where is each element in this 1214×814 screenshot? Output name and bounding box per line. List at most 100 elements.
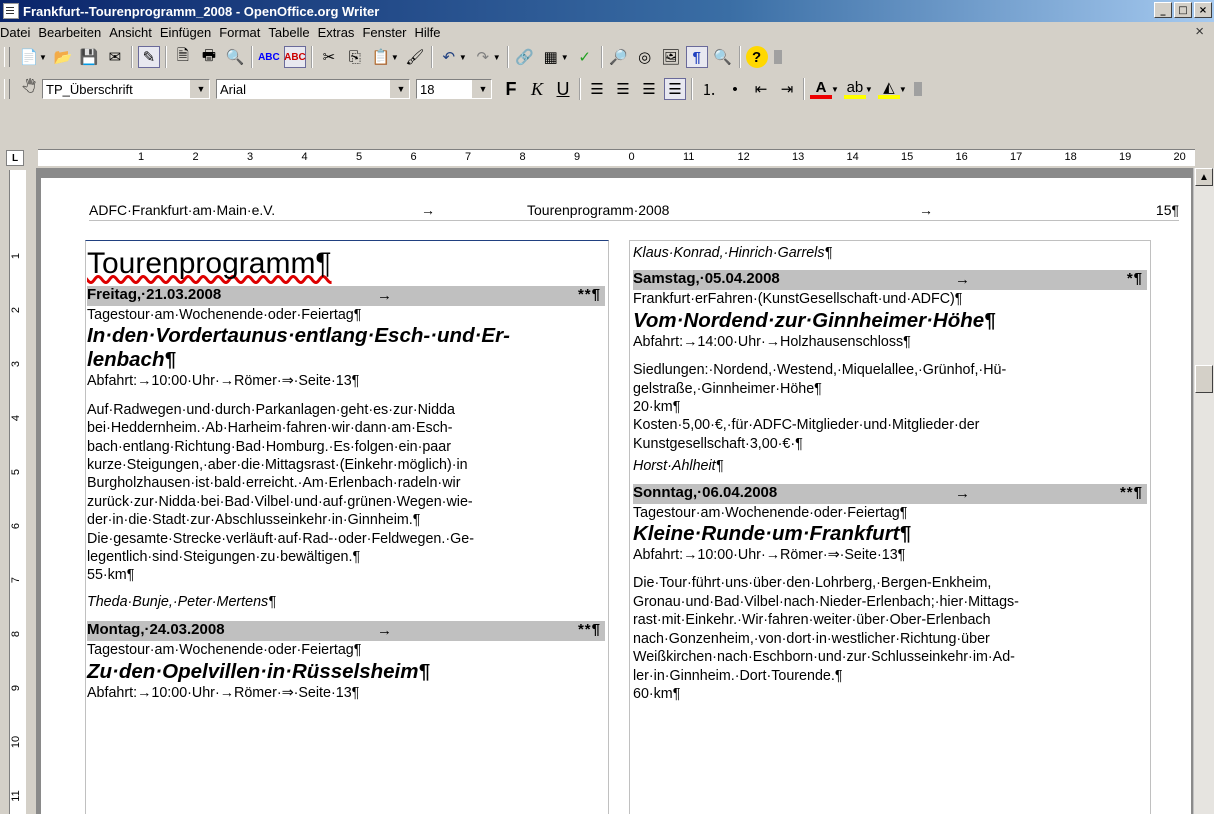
menu-format[interactable]: Format (215, 25, 264, 40)
table-icon[interactable]: ▦ (540, 46, 562, 68)
font-size-select[interactable]: 18 ▼ (416, 79, 492, 99)
paste-icon[interactable]: 📋 (370, 46, 392, 68)
italic-button[interactable]: K (526, 79, 548, 100)
tour-desc-line: gelstraße,·Ginnheimer·Höhe¶ (633, 380, 822, 397)
tour-desc-line: zurück·zur·Nidda·bei·Bad·Vilbel·und·auf·… (87, 493, 473, 510)
ruler-number: 7 (465, 151, 472, 163)
toolbar-grip[interactable] (4, 47, 10, 67)
undo-icon[interactable]: ↶ (438, 46, 460, 68)
close-button[interactable]: × (1194, 2, 1212, 18)
font-color-icon[interactable]: A (810, 79, 832, 99)
ruler-number: 4 (301, 151, 308, 163)
tour-desc-line: Burgholzhausen·ist·bald·erreicht.·Am·Erl… (87, 475, 461, 492)
maximize-button[interactable]: □ (1174, 2, 1192, 18)
separator (430, 46, 433, 68)
undo-dropdown-icon[interactable]: ▼ (459, 53, 467, 62)
export-pdf-icon[interactable]: 🗎 (172, 46, 194, 68)
ruler-number: 16 (955, 151, 968, 163)
zoom-icon[interactable]: 🔍 (712, 46, 734, 68)
menu-ansicht[interactable]: Ansicht (105, 25, 156, 40)
tab-arrow: → (955, 271, 970, 289)
decrease-indent-icon[interactable]: ⇤ (750, 78, 772, 100)
align-right-icon[interactable]: ☰ (638, 78, 660, 100)
toolbar-grip[interactable] (4, 79, 10, 99)
navigator-icon[interactable]: ◎ (634, 46, 656, 68)
paste-dropdown-icon[interactable]: ▼ (391, 53, 399, 62)
scroll-thumb[interactable] (1195, 365, 1213, 393)
menu-tabelle[interactable]: Tabelle (264, 25, 313, 40)
page[interactable]: ADFC·Frankfurt·am·Main·e.V. → Tourenprog… (41, 178, 1191, 814)
tab-stop-selector[interactable]: L (6, 150, 24, 166)
menu-fenster[interactable]: Fenster (358, 25, 410, 40)
print-icon[interactable]: 🖶 (198, 46, 220, 68)
underline-button[interactable]: U (552, 79, 574, 100)
tour-desc-line: legentlich·sind·Steigungen·zu·bewältigen… (87, 549, 361, 566)
menu-extras[interactable]: Extras (314, 25, 359, 40)
menu-einfuegen[interactable]: Einfügen (156, 25, 215, 40)
background-dropdown-icon[interactable]: ▼ (899, 85, 907, 94)
align-left-icon[interactable]: ☰ (586, 78, 608, 100)
formatting-marks-icon[interactable]: ¶ (685, 46, 708, 68)
toolbar-overflow-icon[interactable] (913, 82, 922, 96)
menu-bearbeiten[interactable]: Bearbeiten (34, 25, 105, 40)
show-draw-functions-icon[interactable]: ✓ (574, 46, 596, 68)
scroll-up-icon[interactable]: ▲ (1195, 168, 1213, 186)
document-area[interactable]: ADFC·Frankfurt·am·Main·e.V. → Tourenprog… (36, 168, 1194, 814)
tour-desc-line: ler·in·Ginnheim.·Dort·Tourende.¶ (633, 667, 843, 684)
font-name-select[interactable]: Arial ▼ (216, 79, 410, 99)
tour-desc-line: bei·Heddernheim.·Ab·Harheim·fahren·wir·d… (87, 420, 453, 437)
ruler-number: 12 (737, 151, 750, 163)
format-paintbrush-icon[interactable]: 🖌 (404, 46, 426, 68)
background-color-icon[interactable]: ◭ (877, 79, 900, 99)
chevron-down-icon[interactable]: ▼ (471, 80, 491, 98)
menu-hilfe[interactable]: Hilfe (411, 25, 445, 40)
redo-dropdown-icon[interactable]: ▼ (493, 53, 501, 62)
email-icon[interactable]: ✉ (104, 46, 126, 68)
highlight-dropdown-icon[interactable]: ▼ (865, 85, 873, 94)
font-size-value: 18 (420, 81, 435, 97)
close-document-icon[interactable]: × (1195, 23, 1204, 40)
numbering-icon[interactable]: ⒈ (698, 78, 720, 100)
open-folder-icon[interactable]: 📂 (52, 46, 74, 68)
menu-datei[interactable]: Datei (0, 25, 34, 40)
new-dropdown-icon[interactable]: ▼ (39, 53, 47, 62)
ruler-number: 15 (901, 151, 914, 163)
separator (164, 46, 167, 68)
gallery-icon[interactable]: 🖼 (660, 46, 682, 68)
chevron-down-icon[interactable]: ▼ (189, 80, 209, 98)
minimize-button[interactable]: _ (1154, 2, 1172, 18)
spellcheck-icon[interactable]: ABC (258, 46, 280, 68)
page-preview-icon[interactable]: 🔍 (224, 46, 246, 68)
cut-icon[interactable]: ✂ (318, 46, 340, 68)
tour-distance: 55·km¶ (87, 567, 135, 584)
table-dropdown-icon[interactable]: ▼ (561, 53, 569, 62)
copy-icon[interactable]: ⎘ (344, 46, 366, 68)
styles-formatting-icon[interactable]: 🖑 (18, 78, 40, 100)
edit-file-icon[interactable]: ✎ (137, 46, 160, 68)
bold-button[interactable]: F (500, 79, 522, 100)
tour-desc-line: bach·entlang·Richtung·Bad·Homburg.·Es·fo… (87, 438, 451, 455)
justify-icon[interactable]: ☰ (664, 78, 686, 100)
page-heading: Tourenprogramm¶ (87, 247, 332, 280)
help-icon[interactable]: ? (745, 46, 768, 68)
paragraph-style-select[interactable]: TP_Überschrift ▼ (42, 79, 210, 99)
toolbar-overflow-icon[interactable] (773, 50, 782, 64)
ruler-number: 2 (192, 151, 199, 163)
vertical-scrollbar[interactable]: ▲ (1193, 168, 1214, 814)
chevron-down-icon[interactable]: ▼ (389, 80, 409, 98)
align-center-icon[interactable]: ☰ (612, 78, 634, 100)
font-color-dropdown-icon[interactable]: ▼ (831, 85, 839, 94)
highlight-icon[interactable]: ab (843, 79, 866, 99)
autospellcheck-icon[interactable]: ABC (283, 46, 306, 68)
increase-indent-icon[interactable]: ⇥ (776, 78, 798, 100)
ruler-number: 1 (138, 151, 145, 163)
bullets-icon[interactable]: • (724, 78, 746, 100)
save-icon[interactable]: 💾 (78, 46, 100, 68)
redo-icon[interactable]: ↷ (472, 46, 494, 68)
hyperlink-icon[interactable]: 🔗 (514, 46, 536, 68)
tour-title: Vom·Nordend·zur·Ginnheimer·Höhe¶ (633, 308, 996, 332)
new-document-icon[interactable]: 📄 (18, 46, 40, 68)
find-replace-icon[interactable]: 🔎 (608, 46, 630, 68)
tour-desc-line: Auf·Radwegen·und·durch·Parkanlagen·geht·… (87, 401, 455, 418)
